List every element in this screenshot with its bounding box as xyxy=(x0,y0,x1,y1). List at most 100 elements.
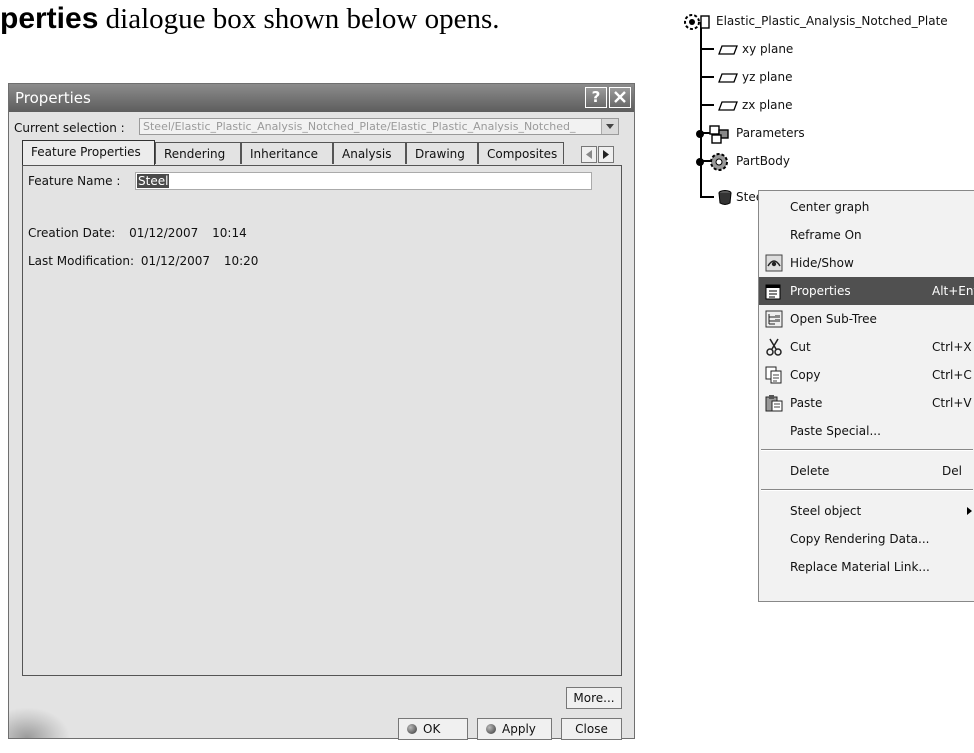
menu-item-paste-special[interactable]: Paste Special... xyxy=(759,417,974,445)
current-selection-value: Steel/Elastic_Plastic_Analysis_Notched_P… xyxy=(143,120,576,133)
menu-item-copy[interactable]: Copy Ctrl+C xyxy=(759,361,974,389)
menu-item-label: Paste Special... xyxy=(790,424,881,438)
menu-item-shortcut: Ctrl+X xyxy=(932,340,972,354)
dropdown-arrow-icon[interactable] xyxy=(601,119,618,134)
menu-item-label: Copy Rendering Data... xyxy=(790,532,930,546)
menu-item-delete[interactable]: Delete Del xyxy=(759,457,974,485)
menu-item-steel-object[interactable]: Steel object xyxy=(759,497,974,525)
ok-button[interactable]: OK xyxy=(398,718,468,740)
parameters-icon xyxy=(696,124,729,144)
menu-item-paste[interactable]: Paste Ctrl+V xyxy=(759,389,974,417)
plane-icon xyxy=(718,100,738,111)
hide-show-icon xyxy=(765,254,783,272)
tree-item-zx-plane[interactable]: zx plane xyxy=(718,94,793,116)
more-button[interactable]: More... xyxy=(566,687,622,709)
material-icon xyxy=(718,189,732,205)
menu-item-center-graph[interactable]: Center graph xyxy=(759,193,974,221)
part-gear-icon xyxy=(684,13,710,30)
menu-item-label: Properties xyxy=(790,284,851,298)
menu-item-shortcut: Alt+Enter xyxy=(932,284,974,298)
menu-item-open-sub-tree[interactable]: Open Sub-Tree xyxy=(759,305,974,333)
dialog-titlebar[interactable]: Properties ? xyxy=(9,84,634,112)
tree-root-label: Elastic_Plastic_Analysis_Notched_Plate xyxy=(716,14,948,28)
caption-text: perties dialogue box shown below opens. xyxy=(0,2,620,42)
properties-dialog: Properties ? Current selection : Steel/E… xyxy=(8,83,635,740)
tree-item-label: xy plane xyxy=(742,42,794,56)
tree-branch-line xyxy=(700,104,714,106)
current-selection-label: Current selection : xyxy=(14,121,125,135)
paste-icon xyxy=(765,395,783,412)
menu-item-label: Paste xyxy=(790,396,823,410)
menu-item-label: Hide/Show xyxy=(790,256,854,270)
creation-date-value: 01/12/2007 xyxy=(129,226,199,240)
submenu-arrow-icon xyxy=(967,507,972,515)
menu-item-label: Cut xyxy=(790,340,811,354)
tab-inheritance[interactable]: Inheritance xyxy=(241,142,333,164)
menu-item-reframe-on[interactable]: Reframe On xyxy=(759,221,974,249)
tree-branch-line xyxy=(700,76,714,78)
apply-button[interactable]: Apply xyxy=(477,718,552,740)
menu-item-properties[interactable]: Properties Alt+Enter xyxy=(759,277,974,305)
help-button[interactable]: ? xyxy=(585,87,607,108)
feature-name-input[interactable]: Steel xyxy=(135,172,592,190)
subtree-icon xyxy=(765,310,783,328)
current-selection-combo[interactable]: Steel/Elastic_Plastic_Analysis_Notched_P… xyxy=(139,118,619,135)
ok-dot-icon xyxy=(407,724,417,734)
menu-item-label: Delete xyxy=(790,464,830,478)
tree-item-xy-plane[interactable]: xy plane xyxy=(718,38,793,60)
ok-button-label: OK xyxy=(423,722,441,736)
tree-item-parameters[interactable]: Parameters xyxy=(694,122,805,144)
tree-item-yz-plane[interactable]: yz plane xyxy=(718,66,793,88)
plane-icon xyxy=(718,72,738,83)
tree-branch-line xyxy=(700,48,714,50)
tab-scroll-left-icon[interactable] xyxy=(581,146,597,163)
caption-bold: perties xyxy=(0,2,99,35)
last-modification-row: Last Modification: 01/12/2007 10:20 xyxy=(28,254,258,268)
tab-scroll-right-icon[interactable] xyxy=(598,146,614,163)
tree-item-label: zx plane xyxy=(742,98,793,112)
caption-rest: dialogue box shown below opens. xyxy=(98,3,500,35)
menu-separator xyxy=(761,449,973,451)
copy-icon xyxy=(765,366,782,384)
menu-item-label: Copy xyxy=(790,368,821,382)
tree-item-label: yz plane xyxy=(742,70,793,84)
last-modification-value: 01/12/2007 xyxy=(140,254,210,268)
menu-item-label: Replace Material Link... xyxy=(790,560,930,574)
apply-button-label: Apply xyxy=(502,722,536,736)
tree-item-label: Parameters xyxy=(736,126,805,140)
tree-item-partbody[interactable]: PartBody xyxy=(694,150,790,172)
creation-date-label: Creation Date: xyxy=(28,226,116,240)
tab-analysis[interactable]: Analysis xyxy=(333,142,406,164)
dialog-title: Properties xyxy=(15,89,91,107)
menu-item-label: Open Sub-Tree xyxy=(790,312,877,326)
last-modification-label: Last Modification: xyxy=(28,254,134,268)
specification-tree: Elastic_Plastic_Analysis_Notched_Plate x… xyxy=(660,0,974,220)
menu-item-replace-material-link[interactable]: Replace Material Link... xyxy=(759,553,974,581)
menu-item-shortcut: Ctrl+V xyxy=(932,396,972,410)
tree-item-label: PartBody xyxy=(736,154,790,168)
partbody-icon xyxy=(696,152,728,171)
feature-properties-panel: Feature Name : Steel Creation Date: 01/1… xyxy=(22,165,622,676)
tab-rendering[interactable]: Rendering xyxy=(155,142,241,164)
tree-root-node[interactable]: Elastic_Plastic_Analysis_Notched_Plate xyxy=(682,10,948,32)
menu-item-hide-show[interactable]: Hide/Show xyxy=(759,249,974,277)
menu-item-shortcut: Ctrl+C xyxy=(932,368,972,382)
close-icon[interactable] xyxy=(609,87,631,108)
plane-icon xyxy=(718,44,738,55)
last-modification-time: 10:20 xyxy=(223,254,259,268)
menu-item-label: Steel object xyxy=(790,504,862,518)
apply-dot-icon xyxy=(486,724,496,734)
menu-item-shortcut: Del xyxy=(942,464,962,478)
feature-name-value: Steel xyxy=(137,174,170,188)
tab-composites[interactable]: Composites xyxy=(478,142,564,164)
context-menu: Center graph Reframe On Hide/Show Proper… xyxy=(758,190,974,602)
menu-item-copy-rendering-data[interactable]: Copy Rendering Data... xyxy=(759,525,974,553)
scissors-icon xyxy=(766,338,782,356)
corner-decoration xyxy=(9,708,69,738)
properties-icon xyxy=(765,284,781,300)
tab-drawing[interactable]: Drawing xyxy=(406,142,478,164)
menu-item-cut[interactable]: Cut Ctrl+X xyxy=(759,333,974,361)
tab-feature-properties[interactable]: Feature Properties xyxy=(22,140,155,165)
close-button[interactable]: Close xyxy=(561,718,622,740)
feature-name-label: Feature Name : xyxy=(28,174,121,188)
